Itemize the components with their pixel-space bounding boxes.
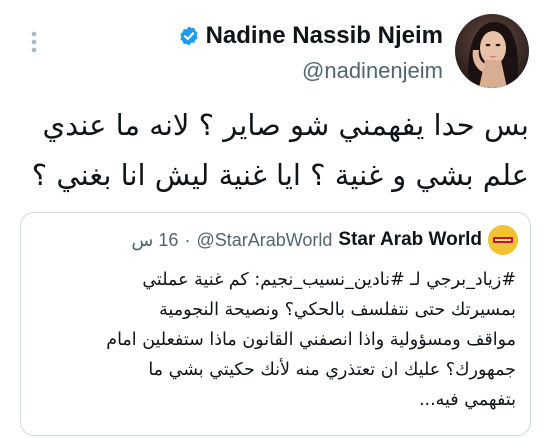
quoted-tweet-header: Star Arab World @StarArabWorld · 16 س <box>131 225 518 255</box>
quoted-author-avatar[interactable] <box>488 225 518 255</box>
more-vertical-icon <box>31 31 37 53</box>
author-avatar[interactable] <box>455 14 529 88</box>
author-display-name[interactable]: Nadine Nassib Njeim <box>206 22 443 50</box>
quoted-author-handle[interactable]: @StarArabWorld <box>196 230 332 251</box>
quoted-author-name[interactable]: Star Arab World <box>338 229 482 251</box>
verified-badge-icon <box>179 26 198 46</box>
author-handle[interactable]: @nadinenjeim <box>178 58 443 84</box>
quoted-tweet-text: #زياد_برجي لـ #نادين_نسيب_نجيم: كم غنية … <box>106 270 516 410</box>
separator-dot: · <box>184 229 191 250</box>
star-arab-logo-icon <box>488 225 518 255</box>
profile-photo-icon <box>455 14 529 88</box>
quoted-tweet-time[interactable]: 16 س <box>131 230 178 251</box>
author-name-row: Nadine Nassib Njeim <box>178 22 443 50</box>
more-options-button[interactable] <box>22 30 46 54</box>
tweet-card: Nadine Nassib Njeim @nadinenjeim بس حدا … <box>0 0 551 438</box>
author-info[interactable]: Nadine Nassib Njeim @nadinenjeim <box>178 22 443 84</box>
tweet-text: بس حدا يفهمني شو صاير ؟ لانه ما عندي علم… <box>31 108 529 192</box>
quoted-tweet[interactable]: Star Arab World @StarArabWorld · 16 س #ز… <box>20 212 531 436</box>
